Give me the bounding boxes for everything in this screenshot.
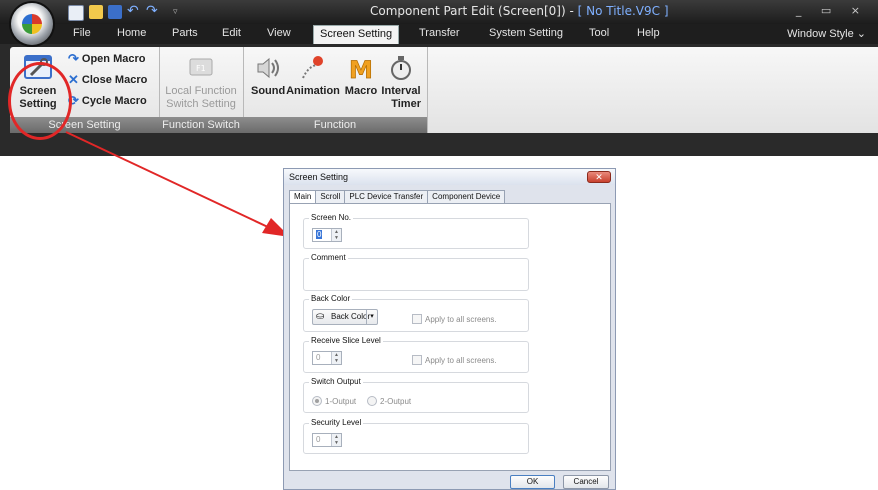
back-color-label: Back Color xyxy=(309,294,353,303)
dialog-tab-component-device[interactable]: Component Device xyxy=(427,190,506,203)
ok-button[interactable]: OK xyxy=(510,475,555,489)
receive-slice-apply-all[interactable]: Apply to all screens. xyxy=(412,355,497,365)
dialog-tab-plc-device-transfer[interactable]: PLC Device Transfer xyxy=(344,190,429,203)
radio-selected-icon[interactable] xyxy=(312,396,322,406)
receive-slice-label: Receive Slice Level xyxy=(309,336,383,345)
dialog-panel-main: Screen No. 0 ▲ ▼ Comment Back Color ⛀ Bac… xyxy=(289,203,611,471)
spinner-arrows-icon[interactable]: ▲ ▼ xyxy=(331,229,341,241)
receive-slice-spinner[interactable]: 0 ▲ ▼ xyxy=(312,351,342,365)
spinner-arrows-icon[interactable]: ▲ ▼ xyxy=(331,434,341,446)
fieldset-receive-slice: Receive Slice Level 0 ▲ ▼ Apply to all sc… xyxy=(303,336,529,373)
security-level-spinner[interactable]: 0 ▲ ▼ xyxy=(312,433,342,447)
back-color-button[interactable]: ⛀ Back Color ▾ xyxy=(312,309,378,325)
dialog-title: Screen Setting xyxy=(289,172,349,182)
screen-setting-dialog: Screen Setting ✕ Main Scroll PLC Device … xyxy=(283,168,616,490)
back-color-apply-all-label: Apply to all screens. xyxy=(425,314,497,324)
app-logo-icon xyxy=(22,14,42,34)
screen-no-spinner[interactable]: 0 ▲ ▼ xyxy=(312,228,342,242)
application-menu-button[interactable] xyxy=(11,3,53,45)
checkbox-icon[interactable] xyxy=(412,314,422,324)
dialog-tab-scroll[interactable]: Scroll xyxy=(315,190,346,203)
receive-slice-apply-all-label: Apply to all screens. xyxy=(425,355,497,365)
radio-2-output-label: 2-Output xyxy=(380,396,412,406)
fieldset-security-level: Security Level 0 ▲ ▼ xyxy=(303,418,529,454)
paint-bucket-icon: ⛀ xyxy=(316,311,325,322)
spinner-arrows-icon[interactable]: ▲ ▼ xyxy=(331,352,341,364)
radio-1-output[interactable]: 1-Output xyxy=(312,396,356,406)
screen-no-value: 0 xyxy=(316,230,323,239)
chevron-down-icon[interactable]: ▾ xyxy=(366,310,377,324)
security-level-label: Security Level xyxy=(309,418,364,427)
fieldset-back-color: Back Color ⛀ Back Color ▾ Apply to all s… xyxy=(303,294,529,332)
comment-input[interactable] xyxy=(306,265,524,287)
radio-2-output[interactable]: 2-Output xyxy=(367,396,411,406)
dialog-tab-main[interactable]: Main xyxy=(289,190,317,204)
comment-label: Comment xyxy=(309,253,348,262)
back-color-apply-all[interactable]: Apply to all screens. xyxy=(412,314,497,324)
receive-slice-value: 0 xyxy=(316,353,321,362)
back-color-button-label: Back Color xyxy=(331,312,371,321)
radio-icon[interactable] xyxy=(367,396,377,406)
switch-output-label: Switch Output xyxy=(309,377,363,386)
dialog-title-bar: Screen Setting ✕ xyxy=(284,169,615,185)
checkbox-icon[interactable] xyxy=(412,355,422,365)
fieldset-comment: Comment xyxy=(303,253,529,291)
fieldset-switch-output: Switch Output 1-Output 2-Output xyxy=(303,377,529,413)
fieldset-screen-no: Screen No. 0 ▲ ▼ xyxy=(303,213,529,249)
cancel-button[interactable]: Cancel xyxy=(563,475,609,489)
dialog-tabs: Main Scroll PLC Device Transfer Componen… xyxy=(289,190,506,204)
dialog-close-button[interactable]: ✕ xyxy=(587,171,611,183)
screen-no-label: Screen No. xyxy=(309,213,354,222)
security-level-value: 0 xyxy=(316,435,321,444)
radio-1-output-label: 1-Output xyxy=(325,396,357,406)
